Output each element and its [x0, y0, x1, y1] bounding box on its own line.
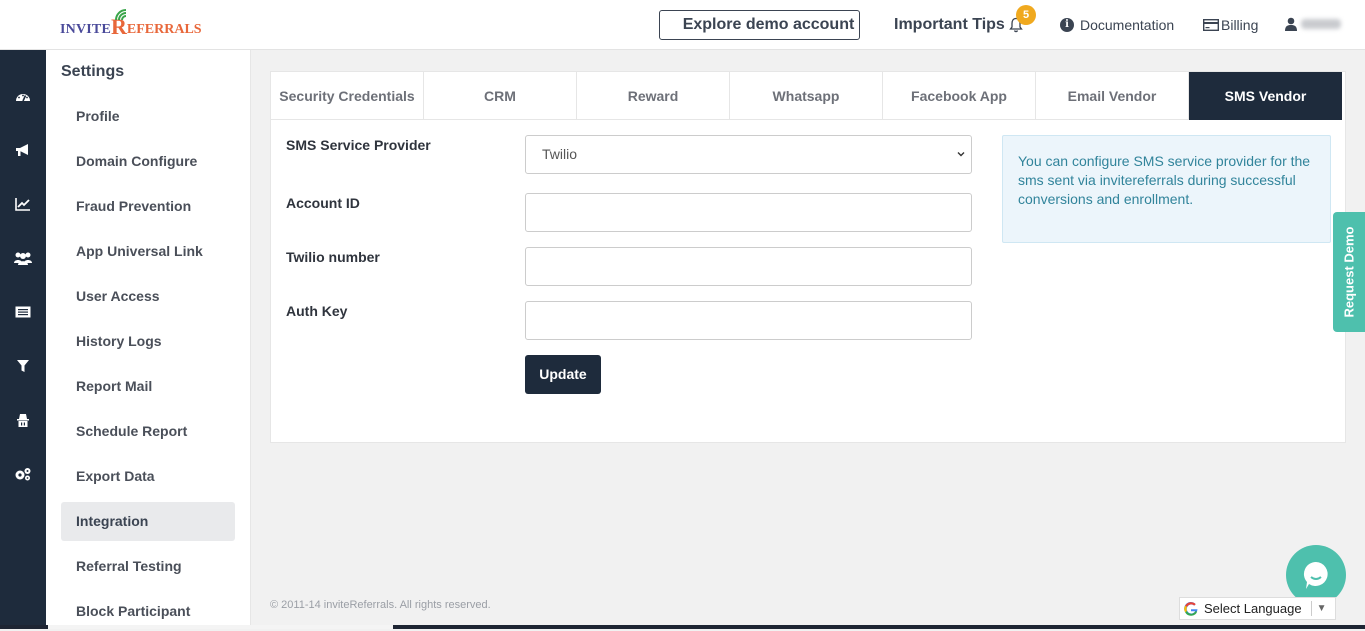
auth-key-label: Auth Key — [286, 303, 348, 319]
settings-title: Settings — [61, 63, 125, 80]
menu-item-export-data[interactable]: Export Data — [61, 457, 235, 496]
tips-count-badge: 5 — [1016, 5, 1036, 25]
tab-sms-vendor[interactable]: SMS Vendor — [1189, 72, 1342, 120]
user-name-blurred — [1301, 19, 1341, 29]
request-demo-button[interactable]: Request Demo — [1333, 212, 1365, 332]
chevron-down-icon — [957, 152, 965, 157]
analytics-chart-icon[interactable] — [14, 195, 32, 213]
menu-item-domain-configure[interactable]: Domain Configure — [61, 142, 235, 181]
sms-vendor-info-note: You can configure SMS service provider f… — [1002, 135, 1331, 243]
settings-sidebar: Settings Profile Domain Configure Fraud … — [46, 50, 251, 626]
twilio-number-input[interactable] — [525, 247, 972, 286]
campaign-megaphone-icon[interactable] — [14, 141, 32, 159]
select-language-dropdown[interactable]: Select Language ▼ — [1179, 597, 1336, 620]
menu-item-schedule-report[interactable]: Schedule Report — [61, 412, 235, 451]
user-menu[interactable] — [1285, 17, 1341, 31]
tab-crm[interactable]: CRM — [424, 72, 577, 120]
privacy-icon[interactable] — [14, 411, 32, 429]
documentation-link[interactable]: i Documentation — [1060, 17, 1174, 33]
chat-bubble-icon — [1303, 561, 1328, 589]
auth-key-input[interactable] — [525, 301, 972, 340]
tab-facebook-app[interactable]: Facebook App — [883, 72, 1036, 120]
account-id-label: Account ID — [286, 195, 360, 211]
tab-whatsapp[interactable]: Whatsapp — [730, 72, 883, 120]
menu-item-referral-testing[interactable]: Referral Testing — [61, 547, 235, 586]
icon-rail — [0, 50, 46, 629]
google-g-icon — [1184, 601, 1198, 616]
account-id-input[interactable] — [525, 193, 972, 232]
user-icon — [1285, 17, 1297, 31]
signal-icon — [115, 9, 127, 21]
dashboard-icon[interactable] — [14, 87, 32, 105]
menu-item-app-universal-link[interactable]: App Universal Link — [61, 232, 235, 271]
menu-item-user-access[interactable]: User Access — [61, 277, 235, 316]
list-icon[interactable] — [14, 303, 32, 321]
menu-item-fraud-prevention[interactable]: Fraud Prevention — [61, 187, 235, 226]
credit-card-icon — [1203, 19, 1219, 31]
users-icon[interactable] — [14, 249, 32, 267]
dropdown-arrow-icon: ▼ — [1316, 603, 1327, 614]
menu-item-integration[interactable]: Integration — [61, 502, 235, 541]
tab-reward[interactable]: Reward — [577, 72, 730, 120]
filter-icon[interactable] — [14, 357, 32, 375]
sms-provider-label: SMS Service Provider — [286, 137, 431, 153]
integration-card: Security Credentials CRM Reward Whatsapp… — [270, 71, 1346, 443]
tab-email-vendor[interactable]: Email Vendor — [1036, 72, 1189, 120]
menu-item-history-logs[interactable]: History Logs — [61, 322, 235, 361]
menu-item-profile[interactable]: Profile — [61, 97, 235, 136]
tab-security-credentials[interactable]: Security Credentials — [271, 72, 424, 120]
top-bar: INVITE R EFERRALS Explore demo account I… — [0, 0, 1365, 50]
twilio-number-label: Twilio number — [286, 249, 380, 265]
update-button[interactable]: Update — [525, 355, 601, 394]
explore-demo-account-button[interactable]: Explore demo account — [659, 10, 860, 40]
menu-item-report-mail[interactable]: Report Mail — [61, 367, 235, 406]
chat-widget-button[interactable] — [1286, 545, 1346, 605]
settings-cogs-icon[interactable] — [14, 465, 32, 483]
important-tips-link[interactable]: Important Tips — [894, 16, 1023, 34]
info-icon: i — [1060, 18, 1074, 32]
sms-provider-select[interactable]: Twilio — [525, 135, 972, 174]
integration-tabs: Security Credentials CRM Reward Whatsapp… — [271, 72, 1342, 120]
billing-link[interactable]: Billing — [1203, 17, 1258, 33]
copyright-footer: © 2011-14 inviteReferrals. All rights re… — [270, 599, 491, 611]
invitereferrals-logo[interactable]: INVITE R EFERRALS — [60, 9, 202, 38]
bottom-strip — [0, 625, 1365, 629]
